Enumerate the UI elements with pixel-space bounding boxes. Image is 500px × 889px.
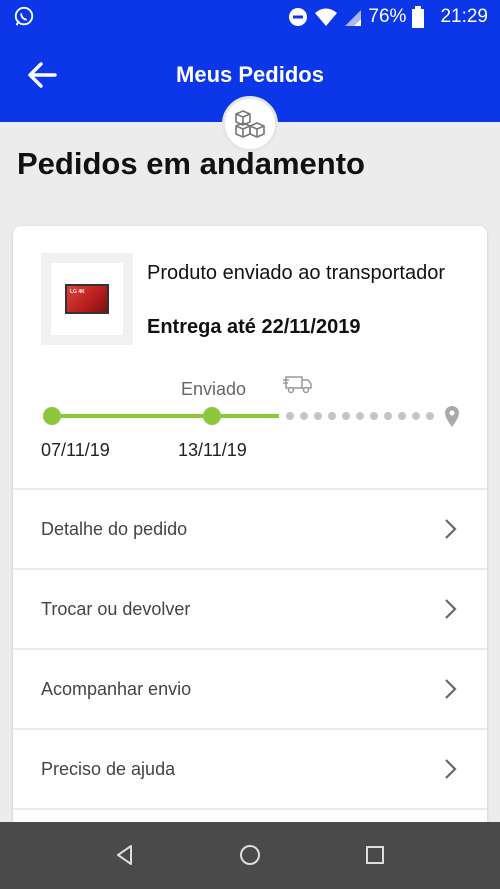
chevron-right-icon [445, 519, 457, 539]
order-status: Produto enviado ao transportador [147, 262, 445, 284]
menu-item-label: Detalhe do pedido [41, 518, 188, 539]
chevron-right-icon [445, 679, 457, 699]
order-card: LG 4K Produto enviado ao transportador E… [13, 226, 487, 846]
step-dot-shipped [203, 407, 221, 425]
divider [13, 808, 487, 810]
delivery-date: Entrega até 22/11/2019 [147, 316, 361, 338]
chevron-right-icon [445, 759, 457, 779]
menu-item-label: Trocar ou devolver [41, 598, 191, 619]
boxes-icon [235, 110, 265, 138]
nav-bar [0, 822, 500, 889]
status-bar: 76% 21:29 [0, 0, 500, 34]
menu-item-label: Preciso de ajuda [41, 758, 176, 779]
tv-product-image: LG 4K [65, 284, 109, 314]
product-thumbnail[interactable]: LG 4K [41, 253, 133, 345]
chevron-right-icon [445, 599, 457, 619]
back-triangle-icon[interactable] [113, 843, 137, 867]
signal-icon [345, 10, 362, 26]
home-circle-icon[interactable] [238, 843, 262, 867]
menu-item-track-shipment[interactable]: Acompanhar envio [13, 650, 487, 728]
wifi-icon [315, 8, 338, 26]
tracking-progress [43, 406, 459, 427]
menu-item-exchange-return[interactable]: Trocar ou devolver [13, 570, 487, 648]
date-ordered: 07/11/19 [41, 440, 110, 460]
date-shipped: 13/11/19 [178, 440, 247, 460]
menu-item-order-detail[interactable]: Detalhe do pedido [13, 490, 487, 568]
dnd-icon [289, 8, 308, 26]
battery-percent: 76% [368, 6, 407, 27]
recents-square-icon[interactable] [363, 843, 387, 867]
whatsapp-icon [14, 6, 34, 26]
page-title: Pedidos em andamento [17, 146, 365, 181]
clock: 21:29 [440, 6, 488, 27]
location-pin-icon [445, 406, 459, 427]
battery-icon [412, 6, 425, 28]
menu-item-need-help[interactable]: Preciso de ajuda [13, 730, 487, 808]
step-dot-ordered [43, 407, 61, 425]
boxes-badge [222, 96, 278, 152]
status-right: 76% 21:29 [288, 0, 488, 34]
app-title: Meus Pedidos [176, 62, 324, 87]
product-image-frame: LG 4K [51, 263, 123, 335]
truck-icon [283, 376, 312, 394]
menu-item-label: Acompanhar envio [41, 678, 192, 699]
progress-dots-pending [286, 412, 434, 420]
current-step-label: Enviado [181, 379, 247, 399]
